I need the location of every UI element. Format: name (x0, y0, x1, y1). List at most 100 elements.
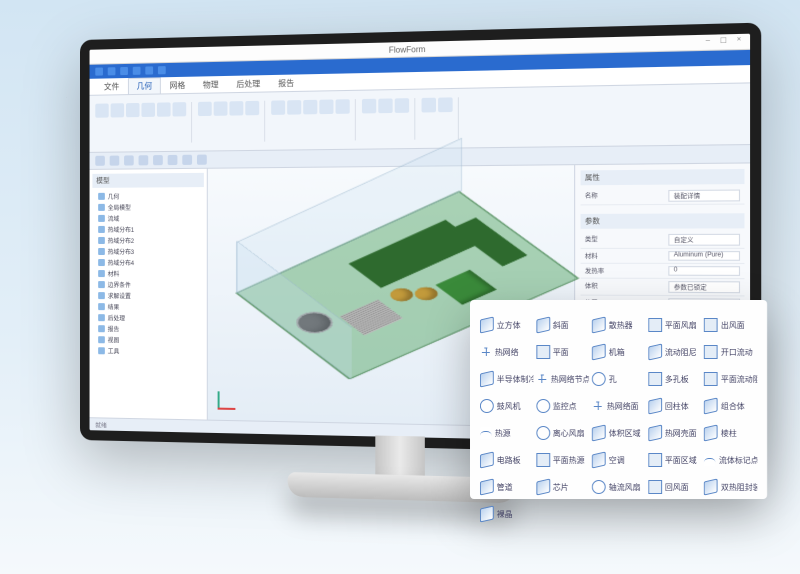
tree-item[interactable]: 热域分布1 (98, 224, 204, 235)
ribbon-tab[interactable]: 物理 (194, 76, 227, 93)
toolbox-item[interactable]: 孔 (592, 366, 645, 392)
ribbon-button[interactable] (141, 103, 155, 117)
toolbox-item[interactable]: 平面流动阻尼 (704, 366, 757, 392)
ribbon-button[interactable] (362, 99, 376, 114)
toolbox-item[interactable]: 轴流风扇 (592, 474, 645, 500)
toolbox-item[interactable]: 开口流动 (704, 339, 757, 365)
ribbon-button[interactable] (319, 99, 333, 114)
view-button[interactable] (95, 156, 105, 166)
tree-item[interactable]: 工具 (98, 345, 204, 357)
toolbox-item[interactable]: 散热器 (592, 312, 645, 338)
ribbon-button[interactable] (157, 102, 171, 116)
toolbox-item[interactable]: 双热阻封装 (704, 474, 757, 500)
view-button[interactable] (168, 155, 178, 165)
ribbon-button[interactable] (422, 98, 437, 113)
toolbox-item[interactable]: 斜面 (536, 312, 589, 338)
ribbon-button[interactable] (438, 97, 453, 112)
close-button[interactable]: × (734, 36, 743, 45)
toolbox-item[interactable]: 流体标记点 (704, 447, 757, 473)
ribbon-button[interactable] (229, 101, 243, 116)
ribbon-button[interactable] (271, 100, 285, 115)
view-button[interactable] (182, 155, 192, 165)
qat-item[interactable] (108, 67, 116, 75)
tree-item[interactable]: 边界条件 (98, 279, 204, 291)
cube-icon (592, 344, 606, 361)
ribbon-button[interactable] (111, 103, 124, 117)
prop-value[interactable]: 参数已锁定 (668, 281, 740, 293)
toolbox-item[interactable]: 回风面 (648, 474, 701, 500)
qat-item[interactable] (95, 67, 103, 75)
ribbon-group (422, 97, 459, 139)
ribbon-button[interactable] (378, 98, 392, 113)
view-button[interactable] (197, 155, 207, 165)
ribbon-button[interactable] (95, 103, 108, 117)
prop-value[interactable]: Aluminum (Pure) (668, 251, 740, 261)
toolbox-item[interactable]: 平面风扇 (648, 312, 701, 338)
view-button[interactable] (139, 155, 149, 165)
toolbox-item[interactable]: 热源 (480, 420, 533, 446)
minimize-button[interactable]: – (703, 37, 712, 46)
tree-item[interactable]: 流域 (98, 212, 204, 224)
toolbox-item[interactable]: 流动阻尼 (648, 339, 701, 365)
view-button[interactable] (153, 155, 163, 165)
ribbon-button[interactable] (245, 101, 259, 116)
toolbox-item[interactable]: 平面 (536, 339, 589, 365)
ribbon-button[interactable] (126, 103, 140, 117)
toolbox-item[interactable]: 裸晶 (480, 501, 533, 527)
ribbon-tab[interactable]: 几何 (128, 77, 161, 94)
ribbon-button[interactable] (173, 102, 187, 116)
qat-item[interactable] (120, 67, 128, 75)
prop-value[interactable]: 0 (668, 266, 740, 276)
ribbon-button[interactable] (287, 100, 301, 115)
toolbox-item[interactable]: 平面热源 (536, 447, 589, 473)
tree-item[interactable]: 热域分布4 (98, 257, 204, 268)
toolbox-item[interactable]: 电路板 (480, 447, 533, 473)
ribbon-tab[interactable]: 文件 (95, 78, 128, 95)
prop-value[interactable]: 装配详情 (668, 190, 740, 202)
toolbox-item[interactable]: 热网壳面 (648, 420, 701, 446)
view-button[interactable] (124, 155, 134, 165)
toolbox-item[interactable]: 芯片 (536, 474, 589, 500)
view-button[interactable] (110, 156, 120, 166)
toolbox-item[interactable]: 立方体 (480, 312, 533, 338)
toolbox-item[interactable]: 空调 (592, 447, 645, 473)
toolbox-item[interactable]: 监控点 (536, 393, 589, 419)
ribbon-button[interactable] (214, 101, 228, 115)
maximize-button[interactable]: ☐ (719, 36, 728, 45)
cube-icon (592, 452, 606, 469)
tree-item[interactable]: 后处理 (98, 312, 204, 324)
tree-item[interactable]: 热域分布3 (98, 246, 204, 257)
ribbon-tab[interactable]: 网格 (161, 77, 194, 94)
toolbox-item[interactable]: 机箱 (592, 339, 645, 365)
toolbox-item[interactable]: 多孔板 (648, 366, 701, 392)
toolbox-item[interactable]: 平面区域 (648, 447, 701, 473)
toolbox-item[interactable]: 鼓风机 (480, 393, 533, 419)
ribbon-button[interactable] (395, 98, 409, 113)
toolbox-item[interactable]: 体积区域 (592, 420, 645, 446)
toolbox-item[interactable]: 回柱体 (648, 393, 701, 419)
toolbox-item[interactable]: 热网络面 (592, 393, 645, 419)
qat-item[interactable] (145, 66, 153, 74)
toolbox-item[interactable]: 管道 (480, 474, 533, 500)
tree-item[interactable]: 材料 (98, 268, 204, 279)
ribbon-button[interactable] (198, 102, 212, 116)
toolbox-item[interactable]: 组合体 (704, 393, 757, 419)
toolbox-item[interactable]: 离心风扇 (536, 420, 589, 446)
toolbox-item[interactable]: 棱柱 (704, 420, 757, 446)
toolbox-item[interactable]: 出风面 (704, 312, 757, 338)
ribbon-tab[interactable]: 后处理 (227, 75, 269, 92)
ribbon-button[interactable] (336, 99, 350, 114)
toolbox-item[interactable]: 热网络节点 (536, 366, 589, 392)
tree-item[interactable]: 热域分布2 (98, 235, 204, 246)
prop-value[interactable]: 自定义 (668, 234, 740, 246)
tree-item[interactable]: 求解设置 (98, 290, 204, 302)
qat-item[interactable] (133, 67, 141, 75)
tree-item[interactable]: 结果 (98, 301, 204, 313)
qat-item[interactable] (158, 66, 166, 74)
toolbox-item[interactable]: 半导体制冷器 (480, 366, 533, 392)
tree-item[interactable]: 几何 (98, 190, 204, 202)
tree-item[interactable]: 全局模型 (98, 201, 204, 213)
ribbon-button[interactable] (303, 100, 317, 115)
toolbox-item[interactable]: 热网络 (480, 339, 533, 365)
ribbon-tab[interactable]: 报告 (269, 74, 303, 91)
